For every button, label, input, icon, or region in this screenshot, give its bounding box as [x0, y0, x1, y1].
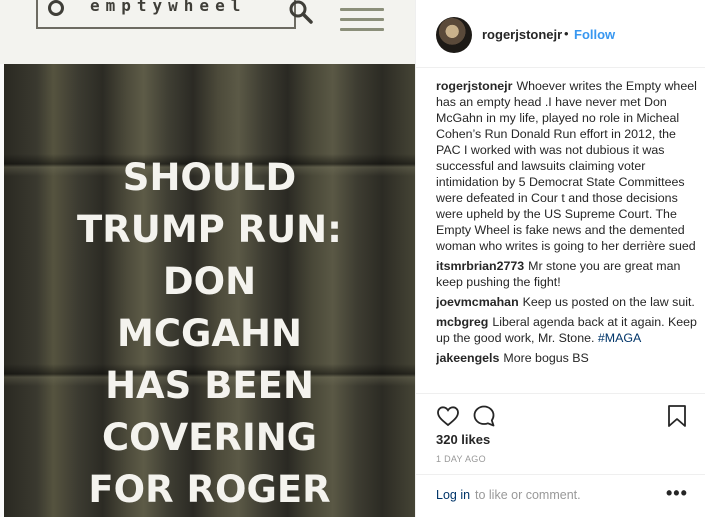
image-panel: emptywheel SHOULD TRUMP RUN: DON MCGAHN …: [0, 0, 415, 517]
likes-count[interactable]: 320 likes: [436, 432, 490, 447]
post-actions: 320 likes 1 DAY AGO Log in to like or co…: [416, 393, 705, 517]
comment-text: More bogus BS: [503, 351, 589, 365]
comment-icon[interactable]: [472, 404, 496, 428]
comment-item: joevmcmahan Keep us posted on the law sui…: [436, 294, 698, 310]
headline-line: SHOULD: [122, 156, 297, 199]
comment-item: mcbgreg Liberal agenda back at it again. …: [436, 314, 698, 346]
comment-item: jakeengels More bogus BS: [436, 350, 698, 366]
site-logo[interactable]: emptywheel: [36, 0, 296, 29]
comment-username[interactable]: joevmcmahan: [436, 295, 519, 309]
logo-text: emptywheel: [90, 0, 247, 15]
hashtag-link[interactable]: #MAGA: [598, 331, 641, 345]
login-prompt-text: to like or comment.: [475, 488, 581, 502]
headline-line: COVERING: [101, 416, 318, 459]
headline-line: HAS BEEN: [105, 364, 314, 407]
comment-username[interactable]: jakeengels: [436, 351, 499, 365]
post-header: rogerjstonejr • Follow: [416, 0, 705, 68]
follow-button[interactable]: Follow: [574, 27, 615, 42]
comment-item: itsmrbrian2773 Mr stone you are great man…: [436, 258, 698, 290]
bookmark-icon[interactable]: [666, 404, 688, 428]
headline-line: DON: [162, 260, 257, 303]
comment-text: Keep us posted on the law suit.: [522, 295, 695, 309]
heart-icon[interactable]: [436, 404, 460, 428]
logo-circle-icon: [48, 0, 64, 16]
hamburger-menu-icon[interactable]: [340, 8, 384, 31]
search-icon[interactable]: [288, 0, 314, 26]
site-header: emptywheel: [0, 0, 415, 64]
more-options-icon[interactable]: •••: [666, 483, 688, 504]
caption-text: Whoever writes the Empty wheel has an em…: [436, 79, 697, 253]
login-row: Log in to like or comment. •••: [416, 474, 705, 517]
post-sidebar: rogerjstonejr • Follow rogerjstonejr Whoe…: [415, 0, 705, 517]
separator-dot: •: [564, 26, 569, 41]
caption: rogerjstonejr Whoever writes the Empty wh…: [436, 78, 698, 254]
headline-line: MCGAHN: [117, 312, 302, 355]
post-date: 1 DAY AGO: [436, 454, 486, 464]
post-image: SHOULD TRUMP RUN: DON MCGAHN HAS BEEN CO…: [4, 64, 415, 517]
comment-username[interactable]: mcbgreg: [436, 315, 488, 329]
headline-line: TRUMP RUN:: [77, 208, 342, 251]
comments-list[interactable]: rogerjstonejr Whoever writes the Empty wh…: [436, 78, 698, 393]
comment-username[interactable]: itsmrbrian2773: [436, 259, 524, 273]
post-username[interactable]: rogerjstonejr: [482, 27, 562, 42]
headline-line: FOR ROGER: [88, 468, 331, 511]
image-headline: SHOULD TRUMP RUN: DON MCGAHN HAS BEEN CO…: [4, 152, 415, 516]
caption-username[interactable]: rogerjstonejr: [436, 79, 512, 93]
avatar[interactable]: [436, 17, 472, 53]
login-link[interactable]: Log in: [436, 488, 470, 502]
